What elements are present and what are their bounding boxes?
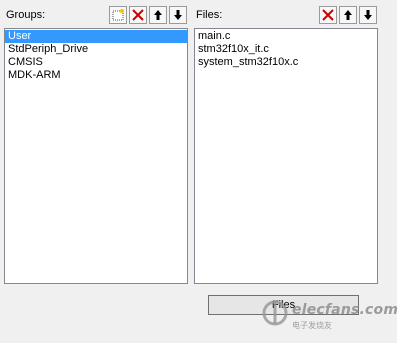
add-files-label: Files bbox=[271, 299, 296, 311]
move-file-down-button[interactable] bbox=[359, 6, 377, 24]
files-list[interactable]: main.c stm32f10x_it.c system_stm32f10x.c bbox=[194, 28, 378, 284]
arrow-down-icon bbox=[364, 10, 372, 20]
groups-item[interactable]: User bbox=[5, 30, 187, 43]
groups-header: Groups: bbox=[4, 4, 187, 26]
files-item[interactable]: system_stm32f10x.c bbox=[195, 56, 377, 69]
groups-toolbar bbox=[109, 6, 187, 24]
files-item[interactable]: stm32f10x_it.c bbox=[195, 43, 377, 56]
arrow-up-icon bbox=[154, 10, 162, 20]
move-file-up-button[interactable] bbox=[339, 6, 357, 24]
groups-title: Groups: bbox=[6, 9, 46, 21]
groups-item[interactable]: StdPeriph_Drive bbox=[5, 43, 187, 56]
delete-icon bbox=[322, 9, 334, 21]
delete-group-button[interactable] bbox=[129, 6, 147, 24]
delete-icon bbox=[132, 9, 144, 21]
arrow-up-icon bbox=[344, 10, 352, 20]
add-files-button[interactable]: Files bbox=[208, 295, 359, 315]
files-title: Files: bbox=[196, 9, 223, 21]
files-toolbar bbox=[319, 6, 377, 24]
groups-item[interactable]: MDK-ARM bbox=[5, 69, 187, 82]
files-header: Files: bbox=[194, 4, 377, 26]
new-group-button[interactable] bbox=[109, 6, 127, 24]
new-group-icon bbox=[112, 9, 124, 21]
watermark-subtext: 电子发烧友 bbox=[292, 321, 332, 330]
groups-list[interactable]: User StdPeriph_Drive CMSIS MDK-ARM bbox=[4, 28, 188, 284]
arrow-down-icon bbox=[174, 10, 182, 20]
move-group-up-button[interactable] bbox=[149, 6, 167, 24]
groups-item[interactable]: CMSIS bbox=[5, 56, 187, 69]
delete-file-button[interactable] bbox=[319, 6, 337, 24]
move-group-down-button[interactable] bbox=[169, 6, 187, 24]
files-item[interactable]: main.c bbox=[195, 30, 377, 43]
